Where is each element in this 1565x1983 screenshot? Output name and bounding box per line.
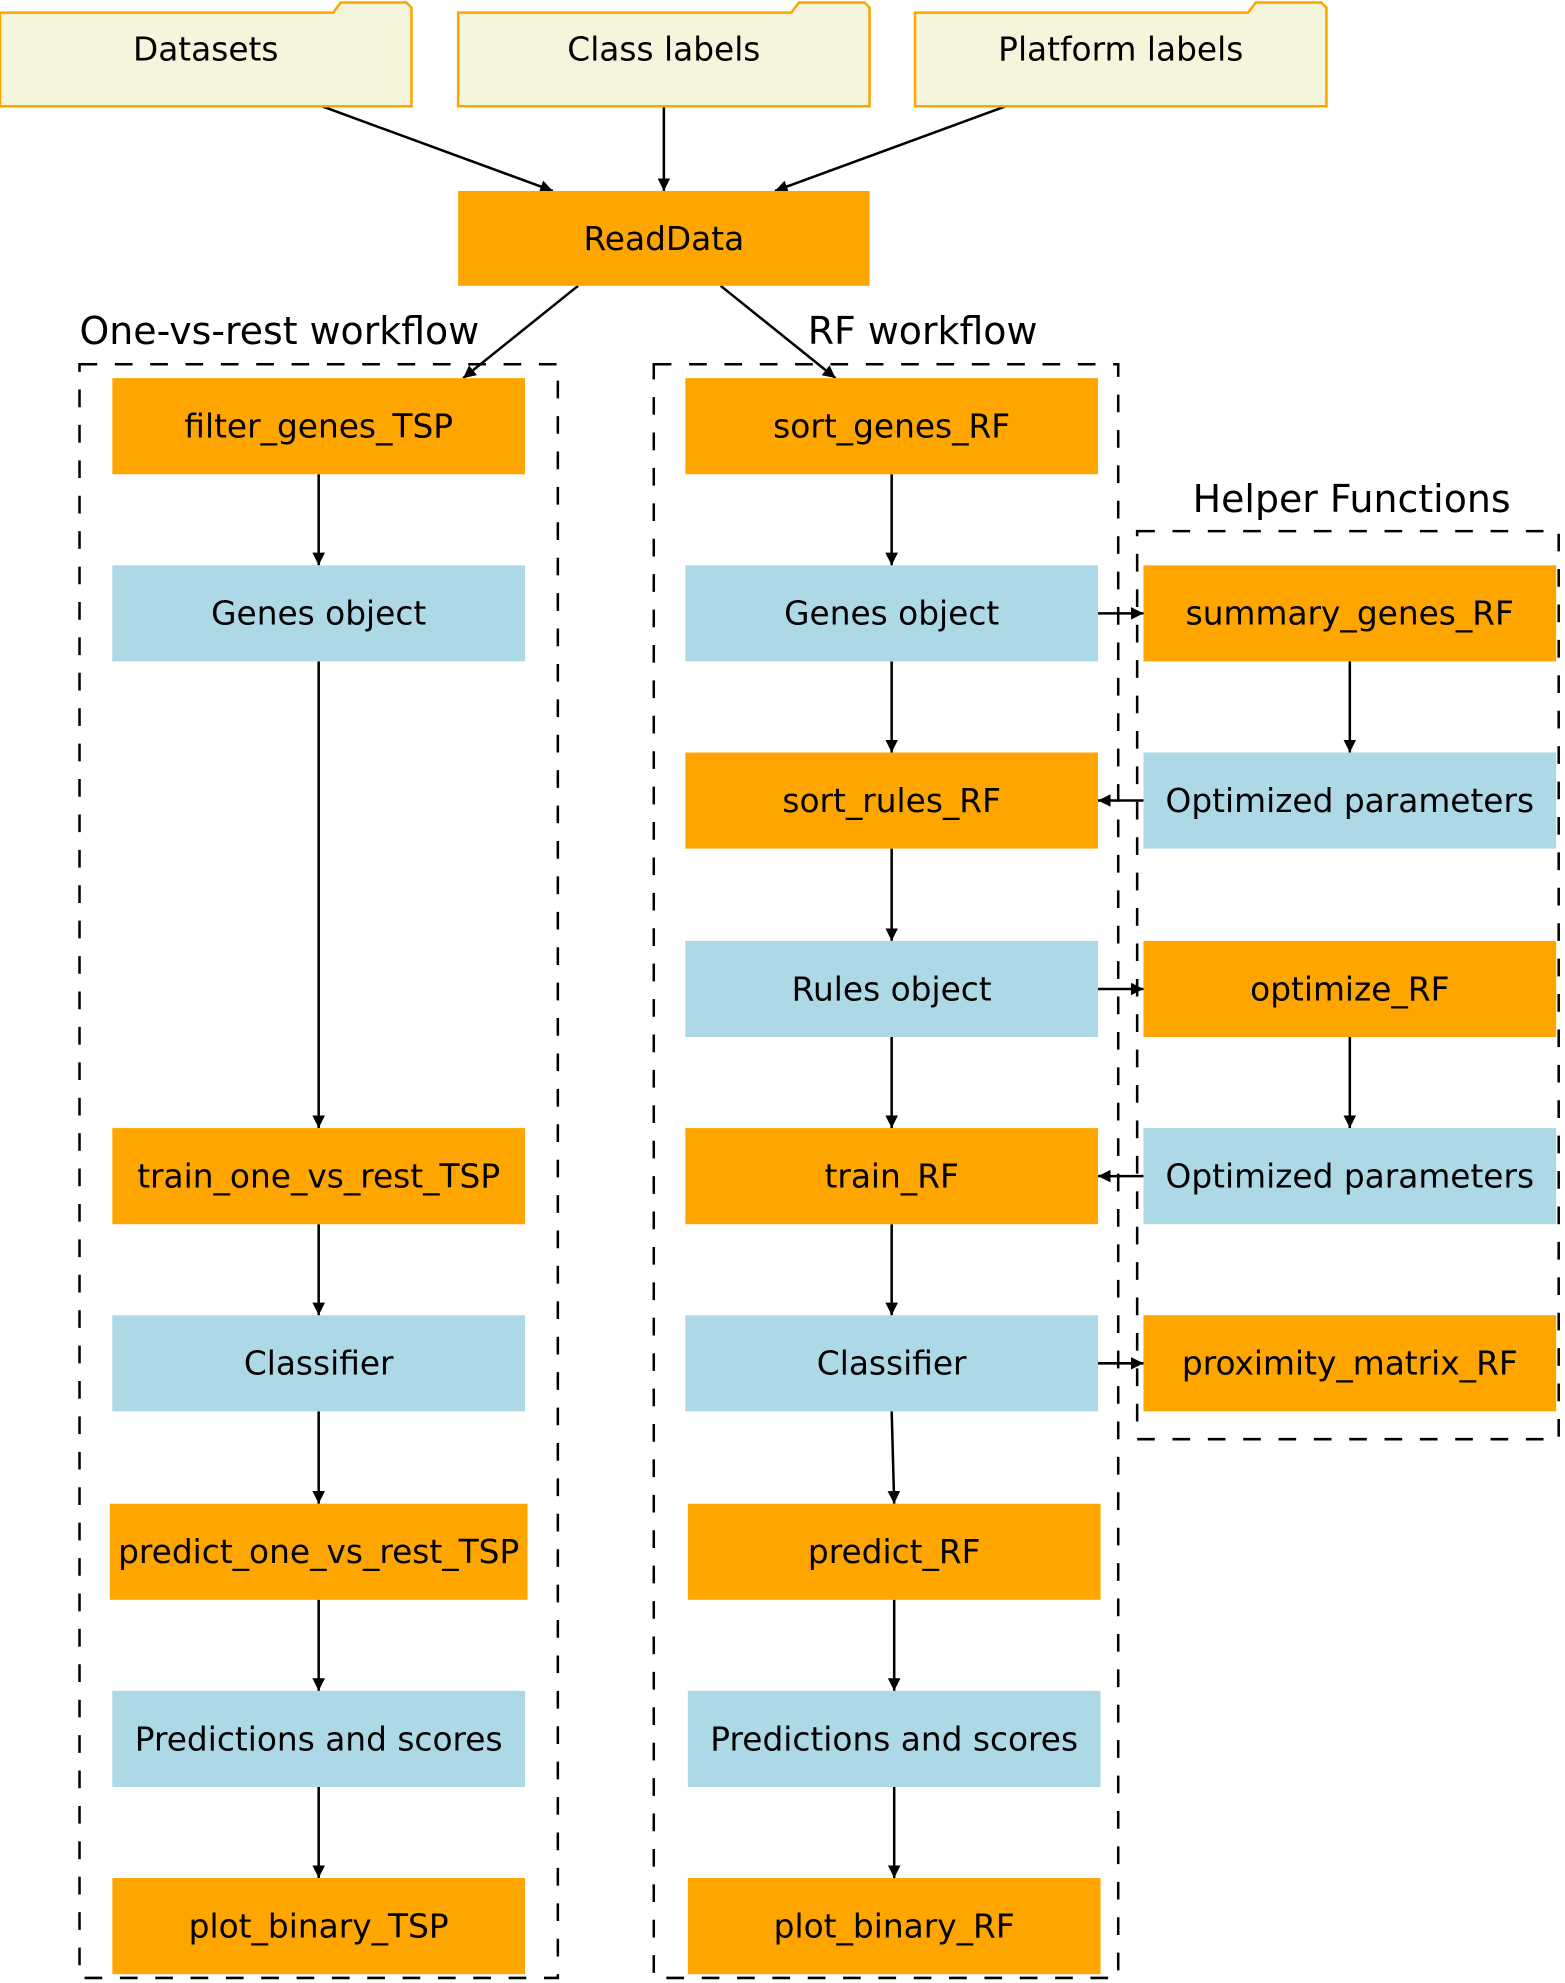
node-label: plot_binary_TSP: [189, 1907, 449, 1945]
node-label: train_one_vs_rest_TSP: [137, 1157, 500, 1195]
node-label: train_RF: [824, 1157, 958, 1195]
cluster-one-vs-rest-title: One-vs-rest workflow: [80, 309, 480, 353]
node-optimize-rf: optimize_RF: [1143, 940, 1557, 1038]
cluster-helpers-title: Helper Functions: [1193, 477, 1511, 521]
node-sort-genes-rf: sort_genes_RF: [685, 378, 1099, 475]
node-label: Predictions and scores: [710, 1720, 1078, 1758]
node-opt-params-2: Optimized parameters: [1143, 1128, 1557, 1225]
node-label: ReadData: [584, 220, 745, 258]
arrow-datasets-to-readdata: [321, 105, 554, 193]
node-label: Classifier: [817, 1345, 967, 1383]
workflow-diagram: One-vs-rest workflow RF workflow Helper …: [0, 1, 1560, 1980]
node-label: Platform labels: [998, 31, 1243, 69]
node-datasets: Datasets: [0, 1, 413, 108]
node-readdata: ReadData: [458, 190, 870, 286]
node-filter-genes-tsp: filter_genes_TSP: [112, 378, 526, 475]
node-plot-binary-rf: plot_binary_RF: [687, 1878, 1101, 1975]
nodes: Datasets Class labels Platform labels ReadD…: [0, 1, 1557, 1975]
node-platform-labels: Platform labels: [913, 1, 1328, 108]
node-ovr-predictions: Predictions and scores: [112, 1690, 526, 1787]
node-label: Classifier: [244, 1345, 394, 1383]
node-label: Optimized parameters: [1166, 782, 1535, 820]
node-label: sort_genes_RF: [773, 408, 1010, 446]
node-ovr-genes-object: Genes object: [112, 565, 526, 662]
node-rf-classifier: Classifier: [685, 1315, 1099, 1412]
node-train-one-vs-rest-tsp: train_one_vs_rest_TSP: [112, 1128, 526, 1225]
node-label: Class labels: [567, 31, 760, 69]
node-label: summary_genes_RF: [1186, 595, 1514, 633]
node-label: Predictions and scores: [135, 1720, 503, 1758]
cluster-rf-title: RF workflow: [808, 309, 1038, 353]
node-rf-genes-object: Genes object: [685, 565, 1099, 662]
node-label: predict_RF: [808, 1533, 981, 1571]
node-label: Genes object: [784, 595, 999, 633]
node-label: Datasets: [133, 31, 279, 69]
node-label: Genes object: [211, 595, 426, 633]
node-rules-object: Rules object: [685, 940, 1099, 1038]
node-label: filter_genes_TSP: [184, 408, 453, 446]
node-predict-rf: predict_RF: [687, 1503, 1101, 1600]
node-label: sort_rules_RF: [782, 782, 1001, 820]
node-class-labels: Class labels: [456, 1, 871, 108]
node-opt-params-1: Optimized parameters: [1143, 752, 1557, 849]
node-proximity-matrix-rf: proximity_matrix_RF: [1143, 1315, 1557, 1412]
node-label: predict_one_vs_rest_TSP: [118, 1533, 519, 1571]
node-predict-one-vs-rest-tsp: predict_one_vs_rest_TSP: [109, 1503, 528, 1600]
node-label: optimize_RF: [1250, 970, 1449, 1008]
node-plot-binary-tsp: plot_binary_TSP: [112, 1878, 526, 1975]
node-summary-genes-rf: summary_genes_RF: [1143, 565, 1557, 662]
node-ovr-classifier: Classifier: [112, 1315, 526, 1412]
arrow-platform-labels-to-readdata: [774, 105, 1007, 193]
node-sort-rules-rf: sort_rules_RF: [685, 752, 1099, 849]
node-label: Rules object: [792, 970, 992, 1008]
arrow-rf-classifier-to-predict-rf: [887, 1411, 901, 1504]
node-label: Optimized parameters: [1166, 1157, 1535, 1195]
node-rf-predictions: Predictions and scores: [687, 1690, 1101, 1787]
node-label: proximity_matrix_RF: [1182, 1345, 1518, 1383]
node-label: plot_binary_RF: [774, 1907, 1015, 1945]
node-train-rf: train_RF: [685, 1128, 1099, 1225]
